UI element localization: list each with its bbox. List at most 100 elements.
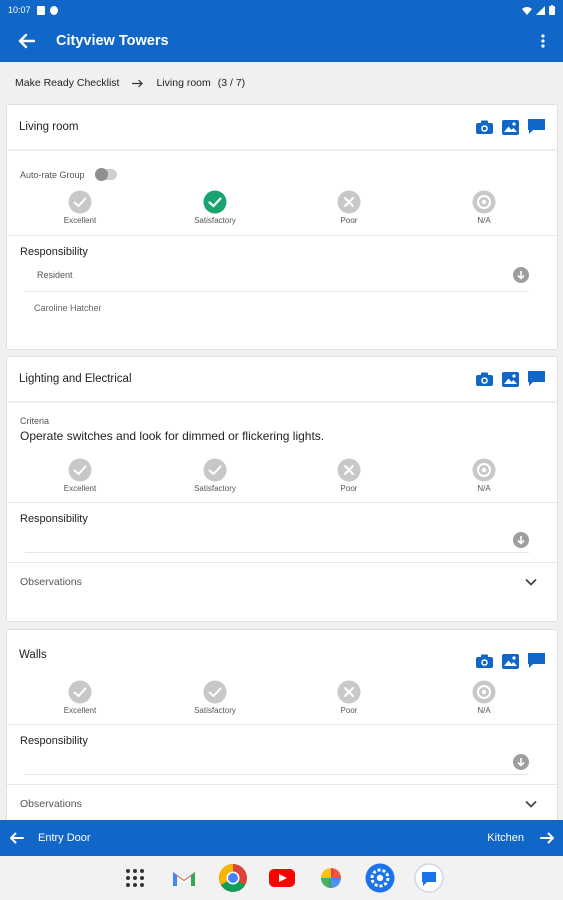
arrow-left-icon	[10, 832, 24, 844]
criteria-label: Criteria	[20, 416, 50, 426]
card-title: Walls	[19, 649, 47, 661]
sync-icon	[49, 5, 58, 15]
rating-label: Satisfactory	[194, 216, 236, 225]
x-circle-icon	[337, 190, 361, 214]
rating-excellent[interactable]: Excellent	[35, 458, 125, 493]
breadcrumb-count: (3 / 7)	[217, 77, 246, 89]
rating-label: Excellent	[63, 216, 97, 225]
rating-excellent[interactable]: Excellent	[35, 680, 125, 715]
rating-label: N/A	[477, 216, 491, 225]
back-button[interactable]	[0, 20, 52, 62]
checklist-scroll[interactable]: Living room Auto-rate Group Excellent Sa…	[0, 104, 563, 820]
rating-satisfactory-selected[interactable]: Satisfactory	[170, 190, 260, 225]
chrome-icon[interactable]	[217, 862, 249, 894]
card-header: Lighting and Electrical	[7, 357, 557, 403]
chevron-down-icon	[525, 578, 537, 586]
rating-satisfactory[interactable]: Satisfactory	[170, 680, 260, 715]
app-drawer-icon[interactable]	[119, 862, 151, 894]
arrow-left-icon	[18, 33, 35, 49]
rating-label: Poor	[340, 706, 358, 715]
checklist-card-walls: Walls Excellent Satisfactory Poor N/A Re…	[6, 629, 558, 820]
criteria-text: Operate switches and look for dimmed or …	[20, 429, 325, 443]
observations-toggle[interactable]: Observations	[7, 785, 557, 820]
assignee-name: Caroline Hatcher	[34, 303, 102, 313]
settings-icon[interactable]	[364, 862, 396, 894]
rating-na[interactable]: N/A	[439, 680, 529, 715]
arrow-right-icon	[131, 79, 144, 88]
rating-options: Excellent Satisfactory Poor N/A	[7, 680, 557, 734]
gallery-icon[interactable]	[501, 653, 520, 670]
auto-rate-label: Auto-rate Group	[20, 169, 85, 180]
battery-icon	[549, 5, 555, 15]
x-circle-icon	[337, 458, 361, 482]
breadcrumb-root[interactable]: Make Ready Checklist	[15, 77, 119, 89]
dropdown-arrow-icon	[513, 267, 529, 288]
responsibility-value: Resident	[37, 270, 73, 280]
comment-icon[interactable]	[527, 652, 546, 670]
comment-icon[interactable]	[527, 118, 546, 136]
rating-na[interactable]: N/A	[439, 190, 529, 225]
rating-label: Excellent	[63, 706, 97, 715]
rating-na[interactable]: N/A	[439, 458, 529, 493]
rating-options: Excellent Satisfactory Poor N/A	[7, 458, 557, 512]
gallery-icon[interactable]	[501, 371, 520, 388]
page-title: Cityview Towers	[56, 33, 169, 49]
next-section-button[interactable]: Kitchen	[487, 832, 563, 844]
camera-icon[interactable]	[475, 119, 494, 135]
observations-toggle[interactable]: Observations	[7, 563, 557, 601]
photos-icon[interactable]	[315, 862, 347, 894]
dropdown-arrow-icon	[513, 532, 529, 553]
app-dock	[0, 856, 563, 900]
check-circle-icon	[203, 190, 227, 214]
wifi-icon	[522, 6, 532, 15]
check-circle-icon	[68, 458, 92, 482]
rating-satisfactory[interactable]: Satisfactory	[170, 458, 260, 493]
status-bar: 10:07	[0, 0, 563, 20]
app-bar: Cityview Towers	[0, 20, 563, 62]
rating-poor[interactable]: Poor	[304, 190, 394, 225]
dropdown-arrow-icon	[513, 754, 529, 775]
observations-label: Observations	[20, 798, 82, 810]
more-vert-icon	[541, 34, 545, 48]
overflow-menu-button[interactable]	[523, 20, 563, 62]
signal-icon	[536, 5, 545, 15]
rating-options: Excellent Satisfactory Poor N/A	[7, 190, 557, 244]
youtube-icon[interactable]	[266, 862, 298, 894]
check-circle-icon	[68, 680, 92, 704]
section-navigation-bar: Entry Door Kitchen	[0, 820, 563, 856]
responsibility-dropdown[interactable]	[25, 751, 529, 775]
card-header: Walls	[7, 630, 557, 680]
gallery-icon[interactable]	[501, 119, 520, 136]
card-header: Living room	[7, 105, 557, 151]
x-circle-icon	[337, 680, 361, 704]
auto-rate-toggle[interactable]	[94, 168, 117, 181]
responsibility-dropdown[interactable]	[25, 529, 529, 553]
na-circle-icon	[472, 458, 496, 482]
na-circle-icon	[472, 680, 496, 704]
rating-label: Poor	[340, 216, 358, 225]
gmail-icon[interactable]	[168, 862, 200, 894]
camera-icon[interactable]	[475, 653, 494, 669]
na-circle-icon	[472, 190, 496, 214]
notification-icon	[36, 5, 45, 15]
rating-poor[interactable]: Poor	[304, 680, 394, 715]
breadcrumb: Make Ready Checklist Living room (3 / 7)	[0, 62, 563, 104]
previous-section-button[interactable]: Entry Door	[0, 832, 91, 844]
previous-section-label: Entry Door	[38, 832, 91, 844]
messages-icon[interactable]	[413, 862, 445, 894]
rating-poor[interactable]: Poor	[304, 458, 394, 493]
next-section-label: Kitchen	[487, 832, 524, 844]
rating-excellent[interactable]: Excellent	[35, 190, 125, 225]
rating-label: N/A	[477, 706, 491, 715]
comment-icon[interactable]	[527, 370, 546, 388]
camera-icon[interactable]	[475, 371, 494, 387]
checklist-card-lighting: Lighting and Electrical Criteria Operate…	[6, 356, 558, 622]
auto-rate-row: Auto-rate Group	[7, 151, 557, 181]
checklist-card-living-room: Living room Auto-rate Group Excellent Sa…	[6, 104, 558, 350]
rating-label: N/A	[477, 484, 491, 493]
rating-label: Satisfactory	[194, 484, 236, 493]
card-title: Lighting and Electrical	[19, 373, 132, 385]
status-time: 10:07	[8, 5, 31, 15]
responsibility-dropdown[interactable]: Resident	[25, 264, 529, 292]
rating-label: Poor	[340, 484, 358, 493]
